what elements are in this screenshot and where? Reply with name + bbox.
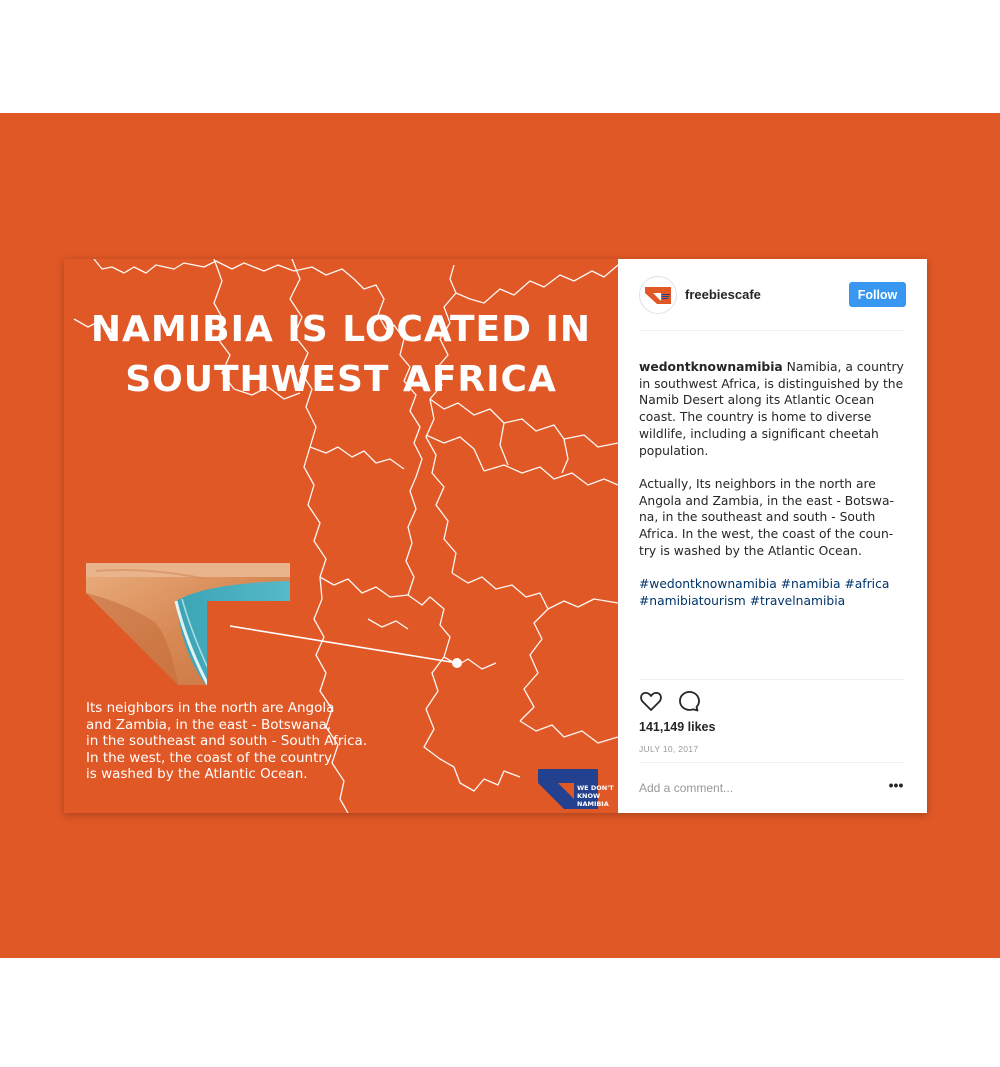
instagram-post: NAMIBIA IS LOCATED IN SOUTHWEST AFRICA I…: [64, 259, 927, 813]
comment-input[interactable]: [639, 779, 879, 797]
divider: [639, 330, 905, 331]
caption-text: Namibia, a country in southwest Africa, …: [639, 360, 904, 458]
coast-photo: [86, 563, 290, 685]
more-icon[interactable]: •••: [886, 778, 906, 797]
username[interactable]: freebiescafe: [685, 287, 761, 302]
like-count[interactable]: 141,149 likes: [639, 720, 715, 734]
caption-paragraph: wedontknownamibia Namibia, a country in …: [639, 359, 907, 459]
post-header: freebiescafe Follow: [639, 276, 906, 314]
comment-icon[interactable]: [676, 689, 700, 713]
caption-line: is washed by the Atlantic Ocean.: [86, 766, 308, 782]
follow-button[interactable]: Follow: [849, 282, 906, 307]
divider: [639, 679, 905, 680]
brand-wordmark: WE DON'T KNOW NAMIBIA: [577, 784, 614, 808]
avatar-logo-icon: [645, 287, 671, 304]
image-caption: Its neighbors in the north are Angola an…: [86, 700, 426, 783]
divider: [639, 762, 905, 763]
post-sidebar: freebiescafe Follow wedontknownamibia Na…: [618, 259, 927, 813]
caption-line: and Zambia, in the east - Botswana,: [86, 716, 332, 733]
post-author[interactable]: wedontknownamibia: [639, 360, 783, 374]
location-pin: [452, 658, 462, 668]
post-image[interactable]: NAMIBIA IS LOCATED IN SOUTHWEST AFRICA I…: [64, 259, 618, 813]
heart-icon[interactable]: [639, 689, 663, 713]
hashtags[interactable]: #wedontknownamibia #namibia #africa #nam…: [639, 576, 907, 609]
caption-line: Its neighbors in the north are Angola: [86, 700, 335, 716]
caption-paragraph: Actually, Its neighbors in the north are…: [639, 476, 894, 558]
avatar[interactable]: [639, 276, 677, 314]
caption-line: in the southeast and south - South Afric…: [86, 733, 368, 749]
post-caption: wedontknownamibia Namibia, a country in …: [639, 359, 907, 626]
caption-line: In the west, the coast of the country: [86, 749, 332, 766]
post-date: JULY 10, 2017: [639, 744, 699, 754]
